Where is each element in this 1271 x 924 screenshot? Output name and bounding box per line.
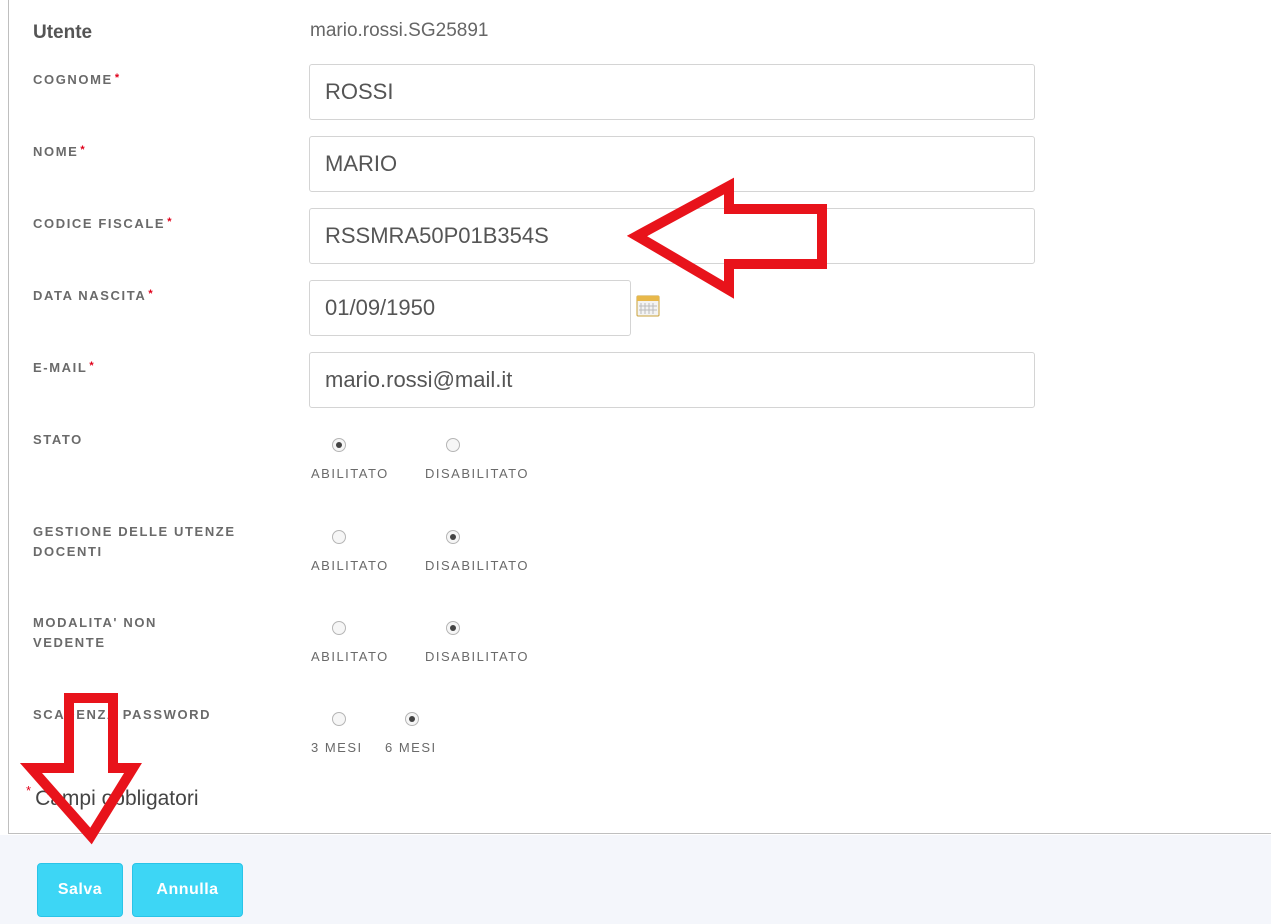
required-marker: * — [167, 216, 174, 228]
calendar-icon[interactable] — [636, 294, 660, 318]
required-fields-note: * Campi obbligatori — [26, 783, 199, 810]
scadenza-6-mesi-radio[interactable] — [405, 712, 419, 726]
cancel-button[interactable]: Annulla — [132, 863, 243, 917]
gestione-disabilitato-radio[interactable] — [446, 530, 460, 544]
non-vedente-label: MODALITA' NON VEDENTE — [33, 615, 158, 650]
cognome-field[interactable]: ROSSI — [309, 64, 1035, 120]
stato-disabilitato-radio[interactable] — [446, 438, 460, 452]
codice-fiscale-field[interactable]: RSSMRA50P01B354S — [309, 208, 1035, 264]
non-vedente-disabilitato-caption: DISABILITATO — [425, 649, 529, 664]
stato-abilitato-caption: ABILITATO — [311, 466, 389, 481]
non-vedente-abilitato-radio[interactable] — [332, 621, 346, 635]
scadenza-password-label: SCADENZA PASSWORD — [33, 707, 212, 722]
email-field[interactable]: mario.rossi@mail.it — [309, 352, 1035, 408]
email-label: E-MAIL * — [33, 360, 96, 375]
stato-label: STATO — [33, 432, 83, 447]
gestione-utenze-label: GESTIONE DELLE UTENZE DOCENTI — [33, 524, 236, 559]
required-marker: * — [89, 360, 96, 372]
scadenza-3-mesi-caption: 3 MESI — [311, 740, 363, 755]
nome-field[interactable]: MARIO — [309, 136, 1035, 192]
nome-label: NOME * — [33, 144, 87, 159]
required-marker: * — [114, 72, 121, 84]
save-button[interactable]: Salva — [37, 863, 123, 917]
data-nascita-label: DATA NASCITA * — [33, 288, 155, 303]
required-marker: * — [148, 288, 155, 300]
gestione-abilitato-radio[interactable] — [332, 530, 346, 544]
cognome-label: COGNOME * — [33, 72, 121, 87]
gestione-disabilitato-caption: DISABILITATO — [425, 558, 529, 573]
user-value: mario.rossi.SG25891 — [310, 20, 489, 41]
non-vedente-abilitato-caption: ABILITATO — [311, 649, 389, 664]
data-nascita-field[interactable]: 01/09/1950 — [309, 280, 631, 336]
codice-fiscale-label: CODICE FISCALE * — [33, 216, 174, 231]
stato-abilitato-radio[interactable] — [332, 438, 346, 452]
gestione-abilitato-caption: ABILITATO — [311, 558, 389, 573]
user-label: Utente — [33, 22, 93, 43]
required-marker: * — [80, 144, 87, 156]
scadenza-6-mesi-caption: 6 MESI — [385, 740, 437, 755]
stato-disabilitato-caption: DISABILITATO — [425, 466, 529, 481]
non-vedente-disabilitato-radio[interactable] — [446, 621, 460, 635]
scadenza-3-mesi-radio[interactable] — [332, 712, 346, 726]
